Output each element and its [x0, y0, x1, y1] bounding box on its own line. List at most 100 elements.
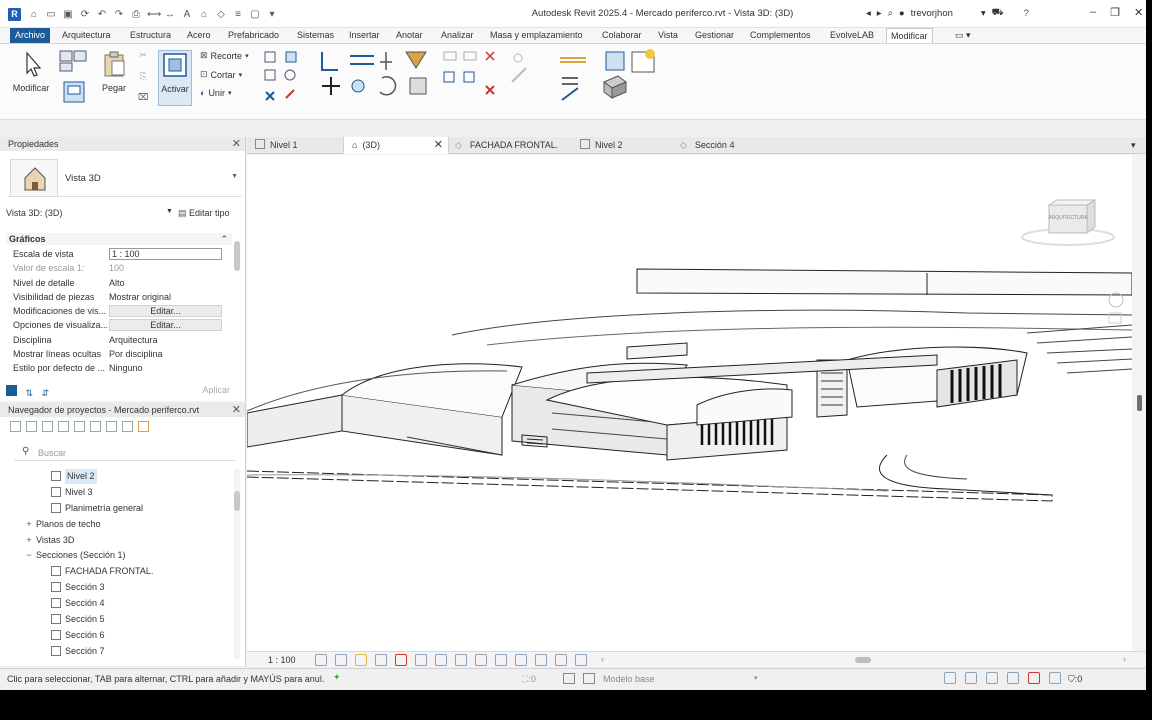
collapse-section-icon[interactable]: ⌃: [220, 233, 228, 245]
prop-row-hidden-lines[interactable]: Mostrar líneas ocultas Por disciplina: [6, 347, 232, 361]
cut-tool[interactable]: ⊡ Cortar ▾: [200, 69, 242, 80]
join-tool[interactable]: ◐ Unir ▾: [200, 88, 231, 98]
prop-row-discipline[interactable]: Disciplina Arquitectura: [6, 333, 232, 347]
filter-sort-icon[interactable]: ⇵: [42, 388, 50, 398]
tab-estructura[interactable]: Estructura: [130, 28, 171, 43]
select-pinned-icon[interactable]: [986, 672, 998, 684]
tabs-overflow-icon[interactable]: ▾: [1131, 137, 1136, 154]
browser-scrollbar[interactable]: [234, 469, 240, 659]
browser-links-icon[interactable]: [106, 420, 117, 432]
collapse-icon[interactable]: −: [24, 548, 34, 563]
tab-prefabricado[interactable]: Prefabricado: [228, 28, 279, 43]
prop-value[interactable]: Arquitectura: [109, 333, 222, 347]
tab-complementos[interactable]: Complementos: [750, 28, 811, 43]
back-arrow-icon[interactable]: ◂: [866, 8, 871, 19]
tree-item[interactable]: Nivel 3: [18, 485, 233, 501]
tree-item[interactable]: Nivel 2: [18, 469, 233, 485]
activate-button[interactable]: Activar: [158, 50, 192, 106]
tree-item[interactable]: + Planos de techo: [18, 517, 233, 533]
restore-icon[interactable]: ❐: [1110, 6, 1120, 19]
drag-elements-icon[interactable]: [1028, 672, 1040, 684]
visual-style-icon[interactable]: [335, 654, 347, 666]
reveal-hidden-icon[interactable]: [475, 654, 487, 666]
viewport-vertical-scrollbar[interactable]: [1133, 155, 1146, 651]
viewcube[interactable]: ARQUITECTURA: [1019, 197, 1117, 251]
close-properties-icon[interactable]: ✕: [232, 137, 241, 151]
tab-modificar[interactable]: Modificar: [886, 28, 933, 43]
viewport-scroll-thumb[interactable]: [1137, 395, 1142, 411]
type-properties-button[interactable]: [62, 80, 86, 106]
prop-value[interactable]: Ninguno: [109, 361, 222, 375]
design-options-icon[interactable]: [583, 673, 595, 684]
username[interactable]: trevorjhon: [911, 8, 953, 19]
temp-hide-icon[interactable]: [455, 654, 467, 666]
help-icon[interactable]: ?: [1024, 8, 1029, 19]
view-scale-readout[interactable]: 1 : 100: [268, 655, 296, 665]
sort-icon[interactable]: ⇅: [26, 388, 34, 398]
user-dropdown-icon[interactable]: ▾: [981, 8, 986, 19]
tree-item[interactable]: + Vistas 3D: [18, 533, 233, 549]
sun-path-icon[interactable]: [355, 654, 367, 666]
select-underlay-icon[interactable]: [965, 672, 977, 684]
prop-value[interactable]: Por disciplina: [109, 347, 222, 361]
view-tab-fachada-frontal[interactable]: ◇ FACHADA FRONTAL.: [455, 137, 575, 154]
highlight-displacement-icon[interactable]: [535, 654, 547, 666]
worksets-icon[interactable]: [563, 673, 575, 684]
binoculars-icon[interactable]: ⌕: [888, 8, 893, 19]
cut-geometry-dropdown-icon[interactable]: ▾: [245, 52, 249, 60]
background-process-icon[interactable]: [1049, 672, 1061, 684]
copy-icon[interactable]: ⎘: [140, 71, 147, 82]
close-icon[interactable]: ✕: [1134, 6, 1143, 19]
worksharing-display-icon[interactable]: [575, 654, 587, 666]
tree-item[interactable]: Planimetría general: [18, 501, 233, 517]
active-model-field[interactable]: Modelo base: [603, 674, 655, 684]
join-dropdown-icon[interactable]: ▾: [228, 89, 232, 97]
tab-colaborar[interactable]: Colaborar: [602, 28, 642, 43]
browser-families-icon[interactable]: [74, 420, 85, 432]
instance-selector[interactable]: Vista 3D: (3D) ▼ ▤ Editar tipo: [6, 208, 242, 224]
scroll-left-icon[interactable]: ‹: [601, 654, 604, 664]
prop-row-vg-overrides[interactable]: Modificaciones de vis... Editar...: [6, 304, 232, 318]
tab-gestionar[interactable]: Gestionar: [695, 28, 734, 43]
show-analytical-icon[interactable]: [515, 654, 527, 666]
prop-row-default-style[interactable]: Estilo por defecto de ... Ninguno: [6, 361, 232, 375]
shadows-icon[interactable]: [375, 654, 387, 666]
properties-help-icon[interactable]: [6, 385, 17, 396]
viewport-hscroll-thumb[interactable]: [855, 657, 871, 663]
tab-analizar[interactable]: Analizar: [441, 28, 474, 43]
temp-view-props-icon[interactable]: [495, 654, 507, 666]
tree-item[interactable]: − Secciones (Sección 1): [18, 548, 233, 564]
close-browser-icon[interactable]: ✕: [232, 403, 241, 417]
browser-sheets-icon[interactable]: [42, 420, 53, 432]
browser-expand-icon[interactable]: [122, 420, 133, 432]
expand-icon[interactable]: +: [24, 517, 34, 532]
tab-sistemas[interactable]: Sistemas: [297, 28, 334, 43]
unlock-3d-icon[interactable]: [435, 654, 447, 666]
tree-item[interactable]: Sección 3: [18, 580, 233, 596]
graphics-section-header[interactable]: Gráficos ⌃: [6, 233, 232, 245]
prop-value[interactable]: Mostrar original: [109, 290, 222, 304]
tab-arquitectura[interactable]: Arquitectura: [62, 28, 111, 43]
edit-vg-button[interactable]: Editar...: [109, 305, 222, 318]
cut-clipboard-icon[interactable]: ✂: [139, 50, 147, 61]
cut-geometry-tool[interactable]: ⊠ Recorte ▾: [200, 50, 249, 61]
browser-schedules-icon[interactable]: [58, 420, 69, 432]
tree-item[interactable]: Sección 7: [18, 644, 233, 660]
tab-masa-emplazamiento[interactable]: Masa y emplazamiento: [490, 28, 583, 43]
match-properties-icon[interactable]: ⌧: [138, 92, 148, 103]
view-tab-3d[interactable]: ⌂ (3D) ✕: [343, 137, 449, 154]
filter-button[interactable]: ⛉:0: [1068, 674, 1082, 685]
properties-button[interactable]: [58, 49, 88, 78]
tab-evolvelab[interactable]: EvolveLAB: [830, 28, 874, 43]
reveal-constraints-icon[interactable]: [555, 654, 567, 666]
browser-groups-icon[interactable]: [90, 420, 101, 432]
select-links-icon[interactable]: [944, 672, 956, 684]
prop-row-view-scale[interactable]: Escala de vista 1 : 100: [6, 247, 232, 261]
properties-scrollbar[interactable]: [234, 241, 240, 271]
tree-item[interactable]: Sección 6: [18, 628, 233, 644]
tab-anotar[interactable]: Anotar: [396, 28, 423, 43]
tab-vista[interactable]: Vista: [658, 28, 678, 43]
cart-icon[interactable]: ⛟: [992, 7, 1004, 19]
tab-archivo[interactable]: Archivo: [10, 28, 51, 43]
paste-button[interactable]: Pegar: [100, 50, 128, 93]
